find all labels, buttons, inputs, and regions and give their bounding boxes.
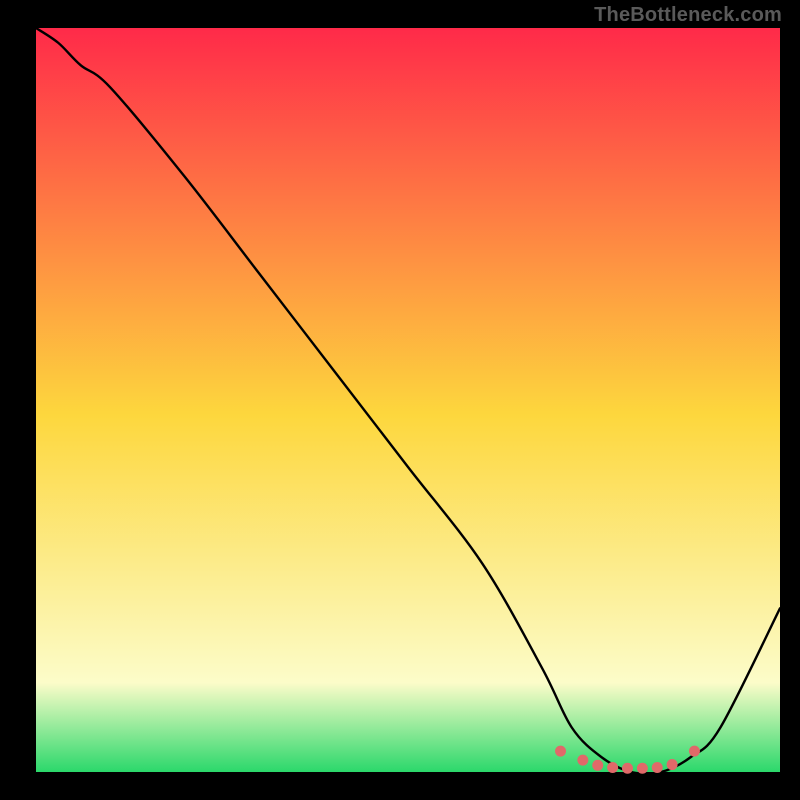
marker-dot (592, 760, 603, 771)
bottleneck-chart (0, 0, 800, 800)
marker-dot (577, 755, 588, 766)
marker-dot (637, 763, 648, 774)
marker-dot (622, 763, 633, 774)
marker-dot (607, 762, 618, 773)
chart-frame: TheBottleneck.com (0, 0, 800, 800)
marker-dot (667, 759, 678, 770)
marker-dot (555, 746, 566, 757)
plot-background (36, 28, 780, 772)
marker-dot (689, 746, 700, 757)
marker-dot (652, 762, 663, 773)
watermark-label: TheBottleneck.com (594, 4, 782, 27)
